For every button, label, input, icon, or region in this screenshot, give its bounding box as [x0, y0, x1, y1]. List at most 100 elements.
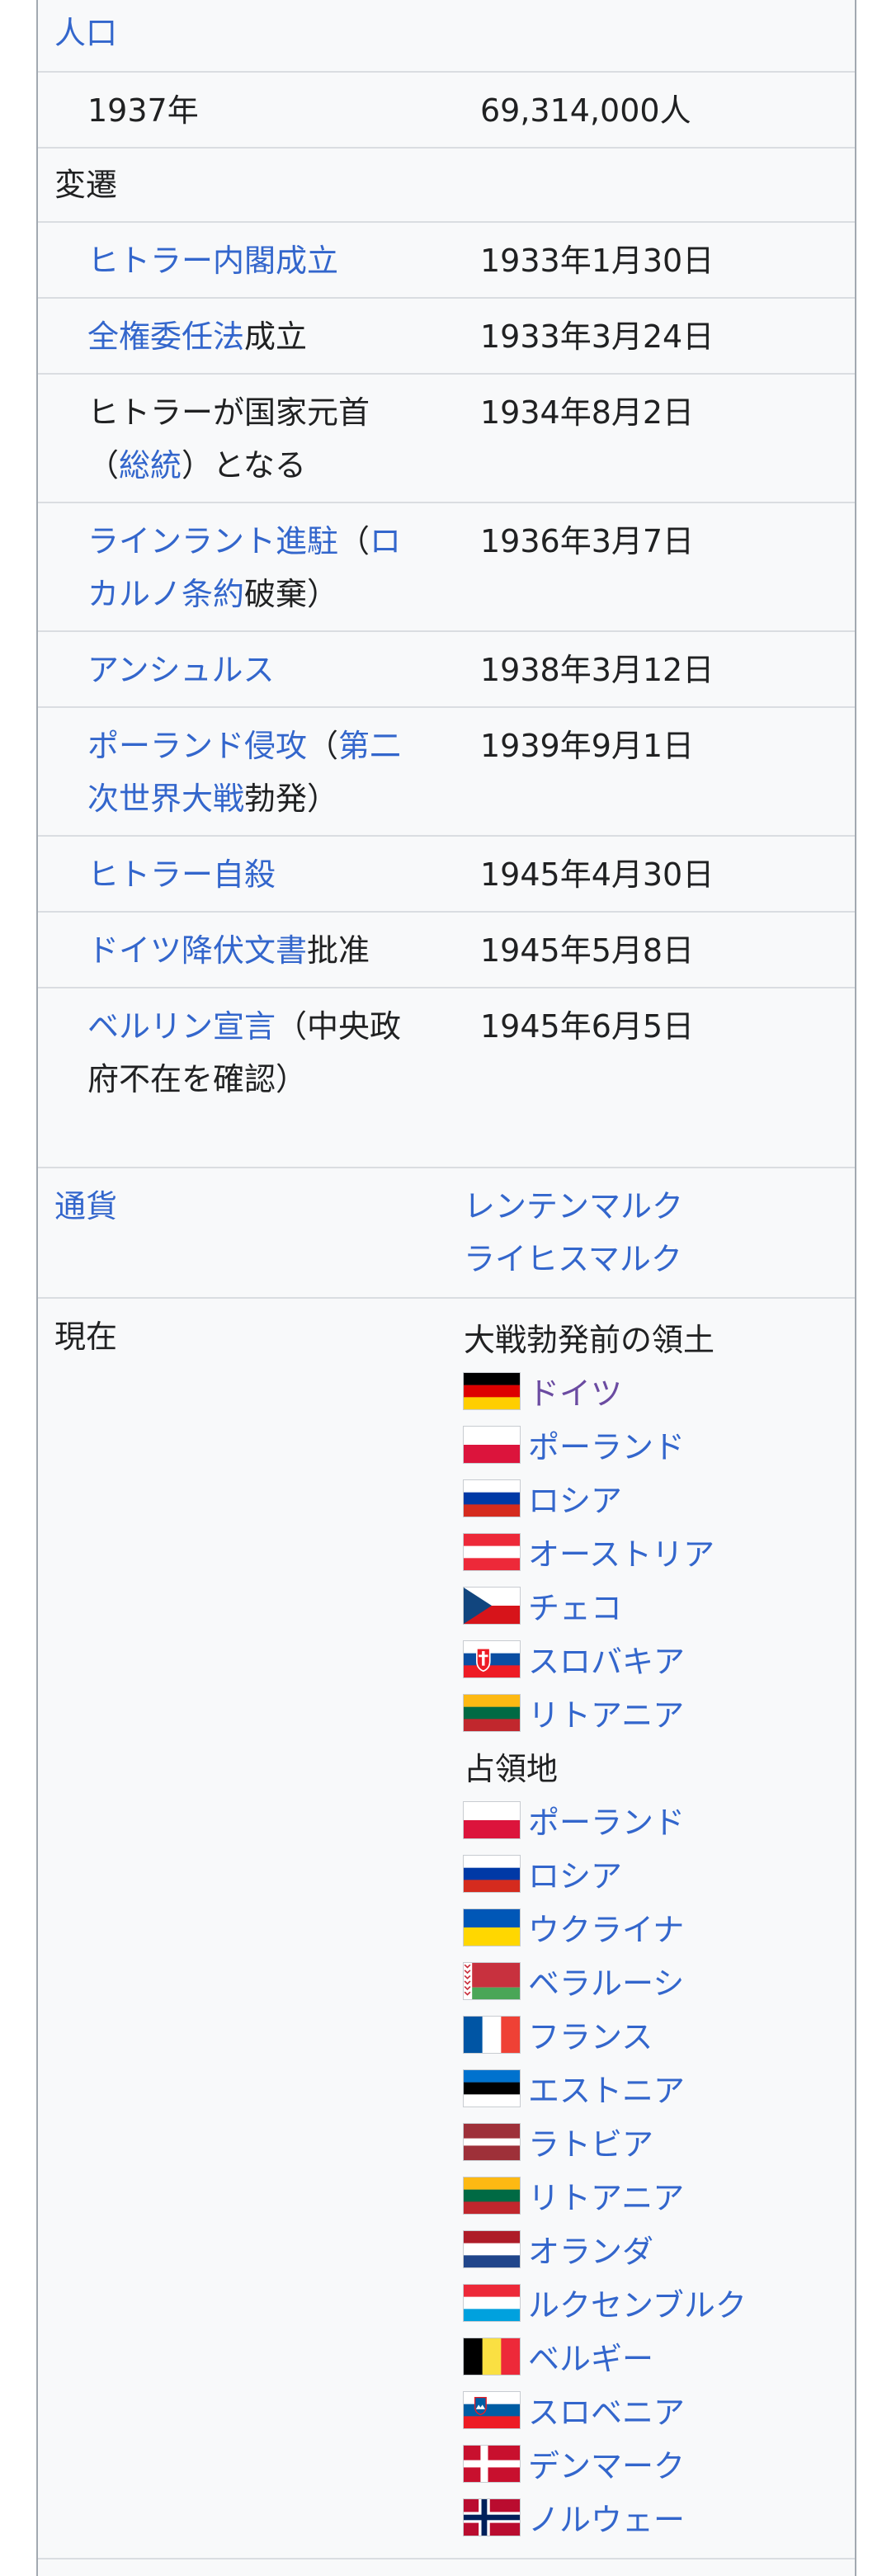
- history-event-row: ポーランド侵攻（第二次世界大戦勃発） 1939年9月1日: [38, 708, 855, 837]
- country-item: ラトビア: [464, 2115, 843, 2168]
- flag-norway-icon[interactable]: [464, 2498, 520, 2536]
- history-event-link[interactable]: 総統: [119, 447, 182, 484]
- country-link[interactable]: ロシア: [528, 1851, 622, 1896]
- country-link[interactable]: ロシア: [528, 1475, 622, 1521]
- history-event-link[interactable]: ラインラント進駐: [87, 523, 338, 559]
- population-link[interactable]: 人口: [54, 7, 117, 59]
- currency-label[interactable]: 通貨: [54, 1180, 117, 1233]
- flag-latvia-icon[interactable]: [464, 2123, 520, 2160]
- flag-lithuania-icon[interactable]: [464, 2177, 520, 2214]
- flag-luxembourg-icon[interactable]: [464, 2284, 520, 2321]
- history-event-link[interactable]: ベルリン宣言: [87, 1008, 276, 1045]
- country-link[interactable]: フランス: [528, 2012, 653, 2057]
- flag-germany-icon[interactable]: [464, 1372, 520, 1409]
- country-link[interactable]: ベルギー: [528, 2333, 653, 2379]
- population-row: 1937年 69,314,000人: [38, 73, 855, 149]
- currency-value-reichsmark[interactable]: ライヒスマルク: [464, 1233, 682, 1286]
- flag-denmark-icon[interactable]: [464, 2445, 520, 2482]
- history-event-link[interactable]: アンシュルス: [87, 652, 274, 688]
- history-event-label: ヒトラー自殺: [87, 848, 409, 901]
- country-item: エストニア: [464, 2061, 843, 2115]
- history-event-date: 1945年5月8日: [480, 932, 695, 969]
- country-link[interactable]: リトアニア: [528, 1690, 684, 1735]
- history-event-link[interactable]: ドイツ降伏文書: [87, 932, 307, 969]
- country-item: デンマーク: [464, 2437, 843, 2490]
- country-item: ロシア: [464, 1847, 843, 1900]
- country-item: リトアニア: [464, 2168, 843, 2222]
- flag-poland-icon[interactable]: [464, 1426, 520, 1463]
- present-list: 大戦勃発前の領土 ドイツ ポーランド ロシア オーストリア チェコ スロバキア リトアニア …: [464, 1310, 843, 2544]
- history-event-label: ヒトラー内閣成立: [87, 234, 409, 287]
- flag-netherlands-icon[interactable]: [464, 2230, 520, 2267]
- country-item: ポーランド: [464, 1418, 843, 1471]
- history-event-label: アンシュルス: [87, 644, 409, 696]
- history-event-row: ラインラント進駐（ロカルノ条約破棄） 1936年3月7日: [38, 503, 855, 632]
- flag-estonia-icon[interactable]: [464, 2069, 520, 2107]
- history-header: 変遷: [54, 167, 118, 203]
- country-item: ウクライナ: [464, 1900, 843, 1954]
- country-link[interactable]: リトアニア: [528, 2173, 684, 2218]
- country-link[interactable]: ベラルーシ: [528, 1958, 684, 2003]
- history-event-text: 批准: [307, 932, 370, 969]
- history-event-text: 成立: [244, 318, 308, 355]
- country-link[interactable]: スロバキア: [528, 1636, 685, 1682]
- country-link[interactable]: オランダ: [528, 2226, 653, 2272]
- country-item: スロベニア: [464, 2383, 843, 2437]
- history-event-row: 全権委任法成立 1933年3月24日: [38, 299, 855, 375]
- history-event-link[interactable]: ヒトラー自殺: [87, 856, 276, 893]
- history-event-date: 1933年3月24日: [480, 318, 715, 355]
- country-item: ロシア: [464, 1471, 843, 1525]
- flag-slovakia-icon[interactable]: [464, 1640, 520, 1677]
- history-event-link[interactable]: ポーランド侵攻: [87, 728, 307, 764]
- history-event-date: 1936年3月7日: [480, 523, 695, 559]
- currency-value-rentenmark[interactable]: レンテンマルク: [464, 1180, 683, 1233]
- history-event-link[interactable]: ヒトラー内閣成立: [87, 243, 338, 279]
- flag-france-icon[interactable]: [464, 2016, 520, 2053]
- country-item: リトアニア: [464, 1686, 843, 1739]
- flag-belgium-icon[interactable]: [464, 2338, 520, 2375]
- flag-lithuania-icon[interactable]: [464, 1694, 520, 1731]
- country-item: ポーランド: [464, 1793, 843, 1847]
- flag-slovenia-icon[interactable]: [464, 2391, 520, 2428]
- country-item: ドイツ: [464, 1364, 843, 1418]
- country-link[interactable]: ラトビア: [528, 2119, 653, 2164]
- flag-ukraine-icon[interactable]: [464, 1908, 520, 1946]
- population-header-row: 人口: [38, 0, 855, 73]
- history-event-row: ベルリン宣言（中央政府不在を確認） 1945年6月5日: [38, 988, 855, 1168]
- history-event-label: ポーランド侵攻（第二次世界大戦勃発）: [87, 719, 409, 825]
- country-link[interactable]: ポーランド: [528, 1422, 685, 1467]
- history-event-row: アンシュルス 1938年3月12日: [38, 632, 855, 708]
- country-item: ベルギー: [464, 2329, 843, 2383]
- country-item: オーストリア: [464, 1525, 843, 1578]
- country-link[interactable]: ポーランド: [528, 1797, 685, 1842]
- history-event-text: 破棄）: [244, 576, 339, 612]
- history-event-label: ドイツ降伏文書批准: [87, 924, 409, 977]
- history-event-link[interactable]: 全権委任法: [87, 318, 244, 355]
- history-event-row: ヒトラー内閣成立 1933年1月30日: [38, 223, 855, 299]
- country-link[interactable]: ルクセンブルク: [528, 2280, 747, 2325]
- country-link[interactable]: スロベニア: [528, 2387, 685, 2432]
- history-event-date: 1945年4月30日: [480, 856, 715, 893]
- country-link[interactable]: ドイツ: [528, 1368, 622, 1413]
- history-event-label: ヒトラーが国家元首（総統）となる: [87, 386, 409, 492]
- country-link[interactable]: ウクライナ: [528, 1904, 684, 1950]
- flag-czech-icon[interactable]: [464, 1587, 520, 1624]
- country-link[interactable]: オーストリア: [528, 1529, 715, 1574]
- present-label: 現在: [54, 1319, 118, 1355]
- flag-austria-icon[interactable]: [464, 1533, 520, 1570]
- history-event-label: 全権委任法成立: [87, 310, 409, 363]
- country-link[interactable]: ノルウェー: [528, 2494, 685, 2540]
- country-link[interactable]: エストニア: [528, 2065, 685, 2111]
- occupied-header: 占領地: [464, 1751, 559, 1787]
- population-year: 1937年: [87, 92, 199, 129]
- flag-russia-icon[interactable]: [464, 1479, 520, 1517]
- country-link[interactable]: チェコ: [528, 1583, 622, 1628]
- flag-belarus-icon[interactable]: [464, 1962, 520, 1999]
- country-item: ノルウェー: [464, 2490, 843, 2544]
- history-header-row: 変遷: [38, 149, 855, 223]
- history-event-row: ヒトラーが国家元首（総統）となる 1934年8月2日: [38, 375, 855, 503]
- flag-russia-icon[interactable]: [464, 1855, 520, 1892]
- history-event-date: 1933年1月30日: [480, 243, 715, 279]
- country-link[interactable]: デンマーク: [528, 2441, 685, 2486]
- flag-poland-icon[interactable]: [464, 1801, 520, 1838]
